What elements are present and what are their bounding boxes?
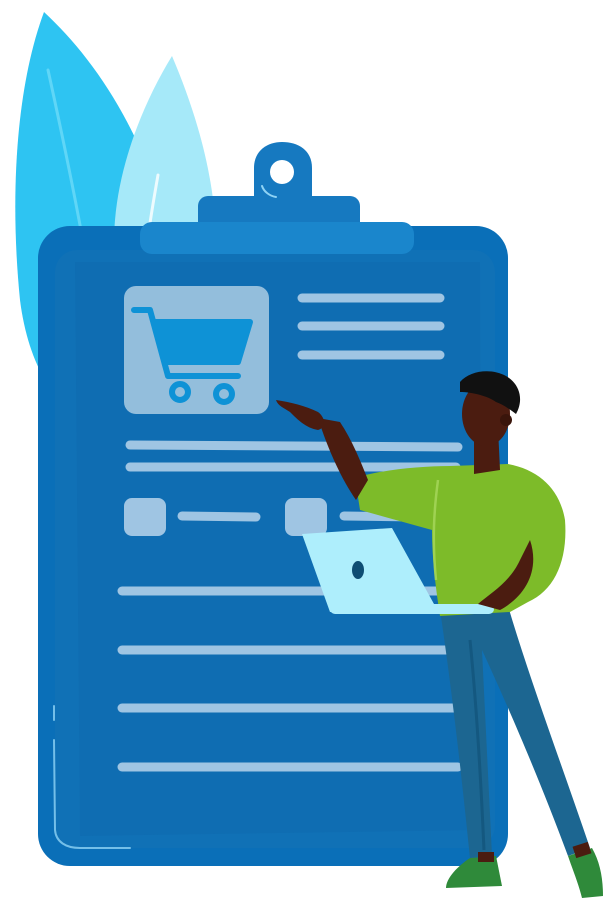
product-card <box>124 286 269 414</box>
person-ear <box>500 414 512 426</box>
illustration-svg <box>15 12 603 898</box>
illustration-scene <box>0 0 603 901</box>
